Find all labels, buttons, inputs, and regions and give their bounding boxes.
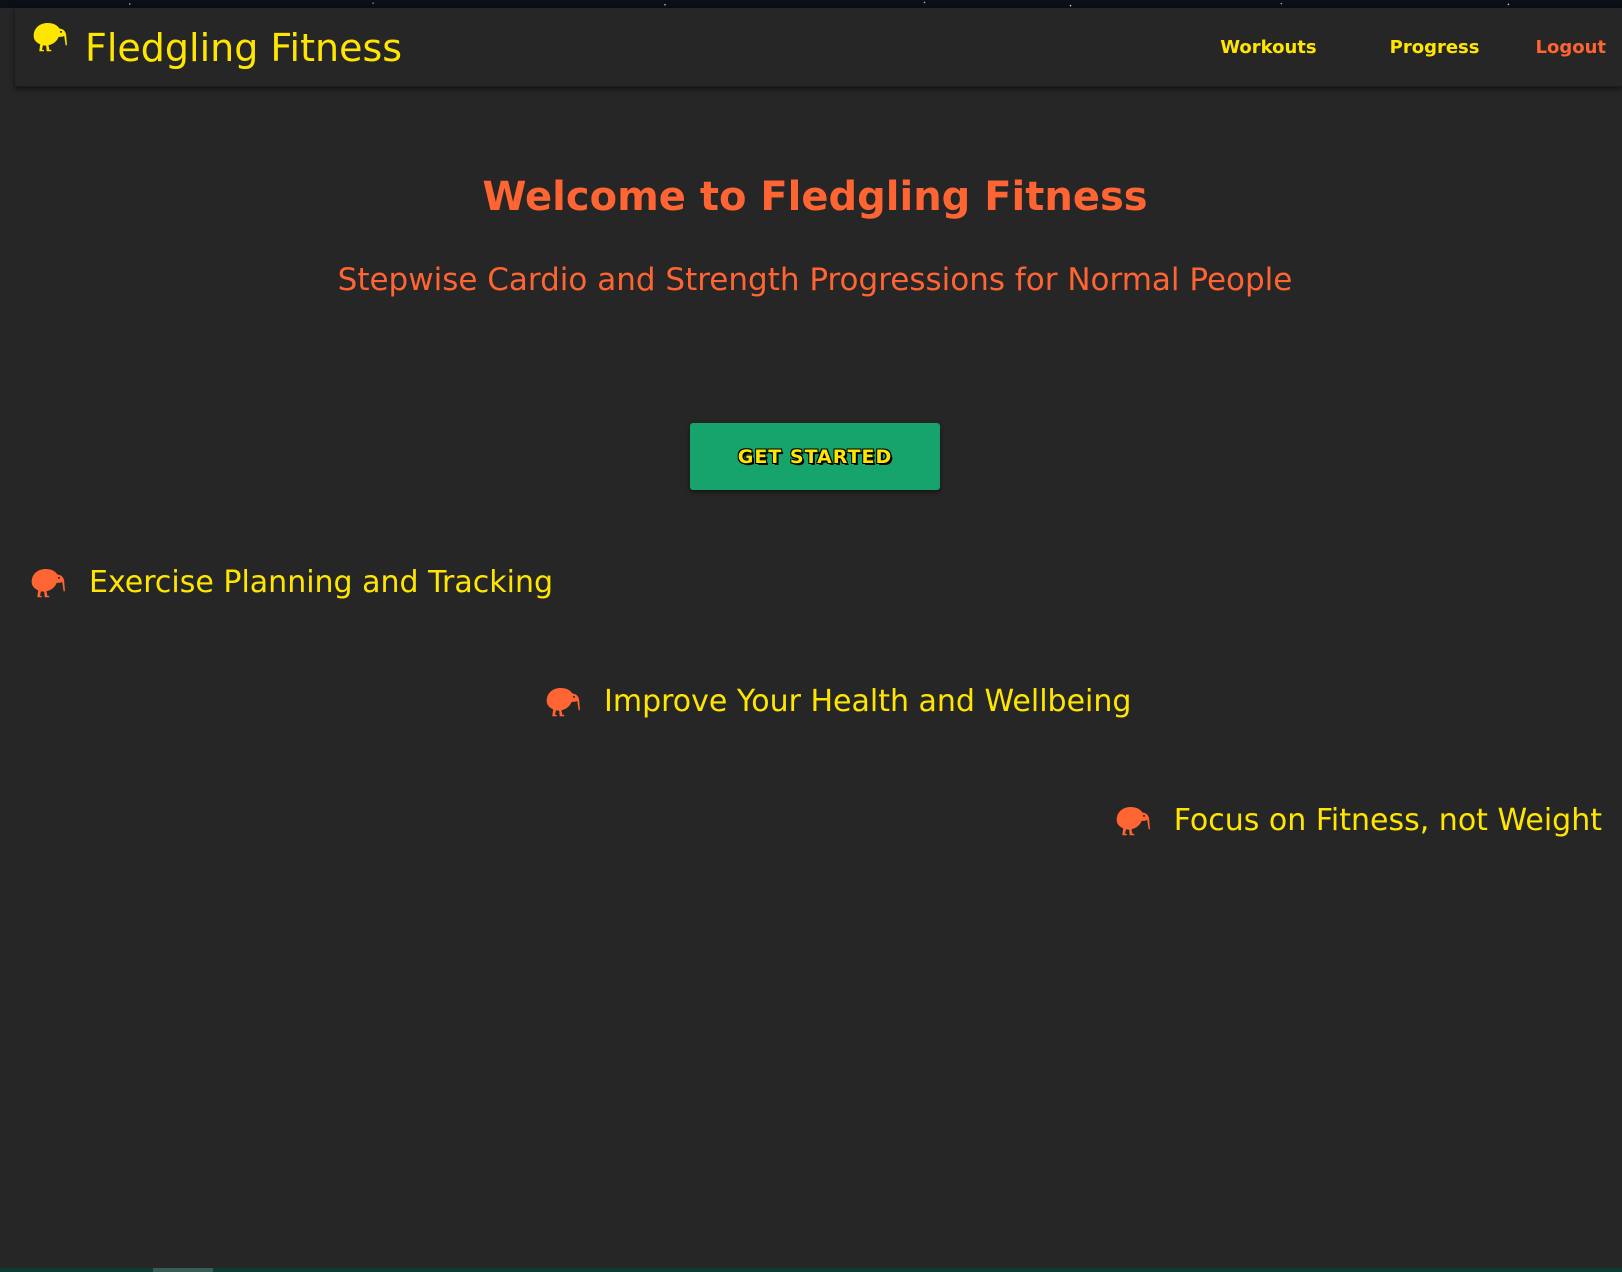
- nav-link-workouts[interactable]: Workouts: [1192, 37, 1361, 58]
- nav-link-logout[interactable]: Logout: [1507, 37, 1622, 58]
- feature-item-fitness: Focus on Fitness, not Weight: [1113, 798, 1602, 842]
- get-started-button[interactable]: GET STARTED: [690, 423, 940, 490]
- nav-link-progress[interactable]: Progress: [1362, 37, 1508, 58]
- hero-title: Welcome to Fledgling Fitness: [482, 174, 1148, 220]
- hero-subtitle: Stepwise Cardio and Strength Progression…: [337, 262, 1293, 298]
- feature-text: Improve Your Health and Wellbeing: [604, 683, 1132, 719]
- feature-item-planning: Exercise Planning and Tracking: [28, 560, 553, 604]
- kiwi-bird-icon: [33, 23, 67, 52]
- scrollbar-thumb[interactable]: [153, 1268, 213, 1272]
- kiwi-bird-icon: [31, 569, 65, 598]
- brand-title: Fledgling Fitness: [85, 26, 403, 70]
- feature-text: Exercise Planning and Tracking: [89, 564, 554, 600]
- top-background-strip: [0, 0, 1622, 8]
- horizontal-scrollbar[interactable]: [0, 1268, 1622, 1272]
- kiwi-bird-icon: [546, 688, 580, 717]
- kiwi-bird-icon: [1116, 807, 1150, 836]
- feature-item-health: Improve Your Health and Wellbeing: [543, 679, 1131, 723]
- brand-link[interactable]: Fledgling Fitness: [30, 14, 402, 74]
- navbar: Fledgling Fitness Workouts Progress Logo…: [15, 8, 1622, 87]
- nav-links: Workouts Progress Logout: [1192, 8, 1622, 86]
- feature-text: Focus on Fitness, not Weight: [1173, 802, 1602, 838]
